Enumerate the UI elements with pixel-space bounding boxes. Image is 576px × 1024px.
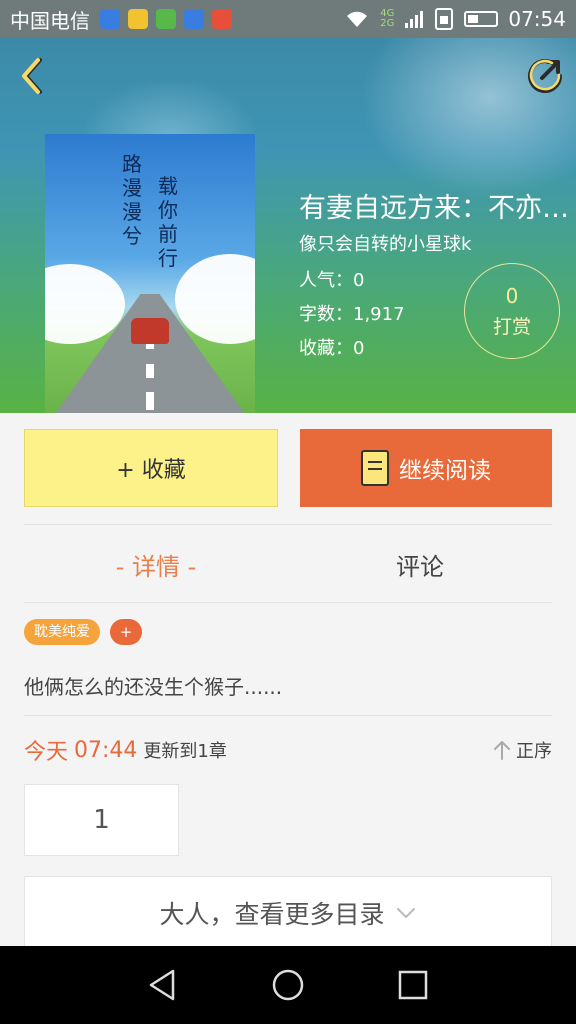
nav-back-icon[interactable] [145,967,181,1003]
system-nav-bar [0,946,576,1024]
signal-icon [405,11,424,28]
view-more-label: 大人，查看更多目录 [159,899,385,929]
sort-order-button[interactable]: 正序 [492,737,552,763]
nav-recents-icon[interactable] [395,967,431,1003]
book-icon [361,450,389,486]
book-title: 有妻自远方来：不亦… [299,193,569,224]
divider [24,524,552,525]
star-icon [128,9,148,29]
tab-details[interactable]: - 详情 - [24,528,288,600]
popularity-stat: 人气：0 [299,270,365,291]
continue-reading-button[interactable]: 继续阅读 [300,429,552,507]
share-icon[interactable] [524,54,566,96]
cover-poem: 路漫漫兮 [122,152,142,248]
arrow-up-icon [494,741,510,760]
chapter-item[interactable]: 1 [24,784,179,856]
tip-button[interactable]: 0 打赏 [464,263,560,359]
book-header: 路漫漫兮 载你前行 有妻自远方来：不亦… 像只会自转的小星球k 人气：0 字数：… [0,38,576,413]
music-icon [212,9,232,29]
word-count-stat: 字数：1,917 [299,304,405,325]
status-bar: 中国电信 4G 2G 07:54 [0,0,576,38]
view-more-catalog-button[interactable]: 大人，查看更多目录 [24,876,552,948]
wifi-icon [347,11,368,27]
back-arrow-icon[interactable] [14,56,54,96]
shield-icon [100,9,120,29]
divider [24,602,552,603]
add-favorite-button[interactable]: + 收藏 [24,429,278,507]
sort-label: 正序 [516,741,552,762]
shield-icon [184,9,204,29]
cover-poem: 载你前行 [158,174,178,270]
update-time: 07:44 [74,737,138,763]
tag-list: 耽美纯爱 + [24,619,142,645]
author-name[interactable]: 像只会自转的小星球k [299,230,471,256]
update-info: 今天 07:44 更新到1章 正序 [24,732,552,768]
network-type: 4G 2G [380,8,395,29]
car-illustration [131,318,169,344]
carrier-name: 中国电信 [10,8,90,33]
status-right: 4G 2G 07:54 [344,7,566,31]
book-description: 他俩怎么的还没生个猴子...... [24,675,283,699]
update-chapters: 更新到1章 [143,741,227,762]
divider [24,715,552,716]
tab-comments[interactable]: 评论 [288,528,552,600]
chat-icon [156,9,176,29]
genre-tag[interactable]: 耽美纯爱 [24,619,100,645]
favorites-stat: 收藏：0 [299,338,365,359]
chevron-down-icon [396,907,415,918]
update-day: 今天 [24,740,69,765]
book-cover[interactable]: 路漫漫兮 载你前行 [45,134,255,413]
continue-reading-label: 继续阅读 [399,458,491,484]
tip-count: 0 [505,284,519,308]
nav-home-icon[interactable] [270,967,306,1003]
add-tag-button[interactable]: + [110,619,142,645]
tab-bar: - 详情 - 评论 [24,528,552,600]
sim-icon [435,8,454,30]
clock: 07:54 [508,7,566,31]
tip-label: 打赏 [492,316,531,338]
battery-icon [464,11,499,27]
